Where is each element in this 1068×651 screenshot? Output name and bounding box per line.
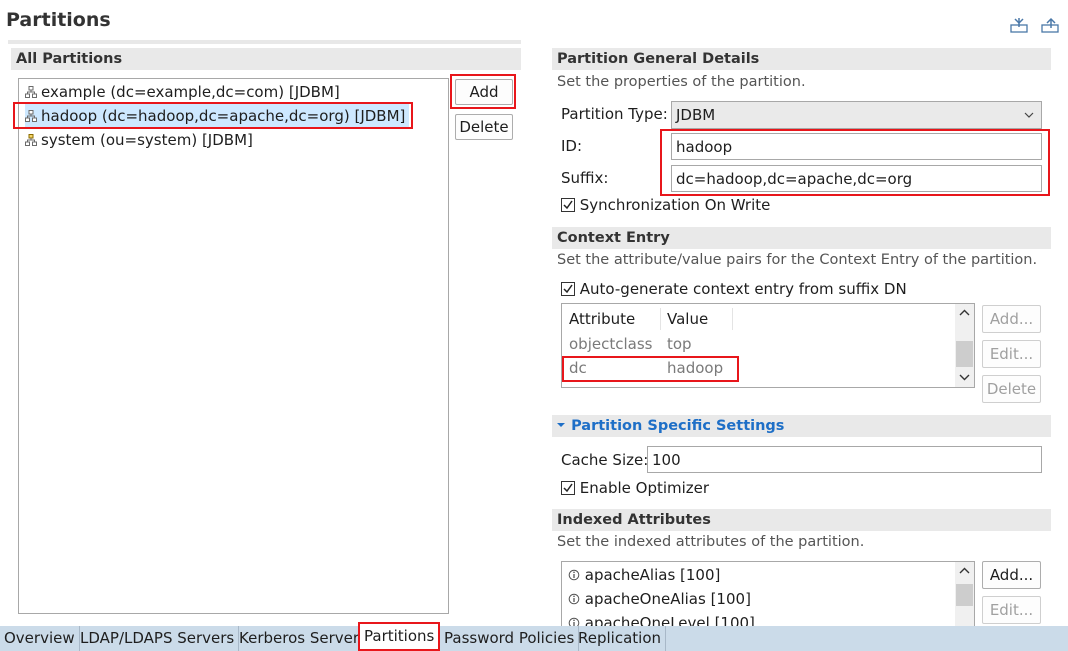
scroll-up-icon — [959, 567, 970, 574]
context-add-button[interactable]: Add... — [982, 305, 1041, 333]
tree-item-example[interactable]: example (dc=example,dc=com) [JDBM] — [25, 80, 340, 104]
context-entry-description: Set the attribute/value pairs for the Co… — [557, 252, 1038, 268]
column-header-attribute[interactable]: Attribute — [569, 307, 635, 331]
column-divider — [732, 308, 733, 330]
tab-replication[interactable]: Replication — [574, 626, 667, 651]
list-item[interactable]: apacheOneAlias [100] — [568, 587, 751, 611]
partition-specific-header[interactable]: Partition Specific Settings — [552, 415, 1051, 437]
scroll-thumb[interactable] — [956, 584, 973, 606]
column-divider — [660, 308, 661, 330]
highlight-id-suffix — [660, 129, 1050, 196]
partition-specific-label: Partition Specific Settings — [571, 418, 785, 434]
tab-password-policies[interactable]: Password Policies — [440, 626, 580, 651]
checkbox-checked-icon — [561, 198, 575, 212]
general-details-header: Partition General Details — [552, 48, 1051, 70]
indexed-edit-button[interactable]: Edit... — [982, 596, 1041, 624]
scroll-thumb[interactable] — [956, 341, 973, 367]
table-cell-value[interactable]: top — [667, 332, 692, 356]
scroll-up-icon — [959, 309, 970, 316]
partition-type-label: Partition Type: — [561, 105, 668, 123]
indexed-attributes-list[interactable]: apacheAlias [100] apacheOneAlias [100] a… — [561, 561, 975, 631]
indexed-attributes-header: Indexed Attributes — [552, 509, 1051, 531]
tab-kerberos-server[interactable]: Kerberos Server — [235, 626, 365, 651]
expand-arrow-icon — [556, 418, 566, 434]
highlight-add — [450, 74, 516, 109]
partition-icon — [25, 81, 37, 98]
autogen-context-checkbox[interactable]: Auto-generate context entry from suffix … — [561, 280, 907, 298]
checkbox-checked-icon — [561, 282, 575, 296]
export-icon[interactable] — [1010, 17, 1028, 33]
attribute-info-icon — [568, 566, 580, 584]
system-partition-icon — [25, 129, 37, 146]
partition-type-value: JDBM — [676, 106, 716, 124]
all-partitions-header: All Partitions — [11, 48, 521, 70]
checkbox-checked-icon — [561, 481, 575, 495]
highlight-dc-row — [562, 356, 739, 382]
enable-optimizer-checkbox[interactable]: Enable Optimizer — [561, 479, 709, 497]
partition-type-select[interactable]: JDBM — [671, 101, 1042, 129]
suffix-label: Suffix: — [561, 169, 609, 187]
indexed-list-scrollbar[interactable] — [955, 562, 974, 630]
import-icon[interactable] — [1041, 17, 1059, 33]
general-details-description: Set the properties of the partition. — [557, 74, 806, 90]
page-title: Partitions — [6, 9, 111, 31]
sync-on-write-label: Synchronization On Write — [579, 196, 771, 214]
sync-on-write-checkbox[interactable]: Synchronization On Write — [561, 196, 770, 214]
scroll-down-icon — [959, 374, 970, 381]
context-entry-header: Context Entry — [552, 227, 1051, 249]
tab-partitions[interactable]: Partitions — [358, 622, 440, 651]
tree-item-label: system (ou=system) [JDBM] — [41, 131, 253, 149]
tree-item-system[interactable]: system (ou=system) [JDBM] — [25, 128, 253, 152]
tab-overview[interactable]: Overview — [0, 626, 80, 651]
partitions-tree[interactable]: example (dc=example,dc=com) [JDBM] hadoo… — [18, 78, 449, 614]
cache-size-field[interactable]: 100 — [647, 446, 1042, 473]
context-delete-button[interactable]: Delete — [982, 375, 1041, 403]
context-edit-button[interactable]: Edit... — [982, 340, 1041, 368]
highlight-hadoop — [13, 102, 413, 129]
title-divider — [8, 40, 521, 44]
indexed-attributes-description: Set the indexed attributes of the partit… — [557, 534, 865, 550]
column-header-value[interactable]: Value — [667, 307, 708, 331]
enable-optimizer-label: Enable Optimizer — [579, 479, 710, 497]
cache-size-label: Cache Size: — [561, 451, 649, 469]
autogen-context-label: Auto-generate context entry from suffix … — [579, 280, 907, 298]
delete-partition-button[interactable]: Delete — [455, 114, 513, 140]
list-item-label: apacheOneAlias [100] — [584, 590, 751, 608]
list-item[interactable]: apacheAlias [100] — [568, 563, 720, 587]
context-table-scrollbar[interactable] — [955, 304, 974, 387]
tab-ldap-servers[interactable]: LDAP/LDAPS Servers — [76, 626, 240, 651]
list-item-label: apacheAlias [100] — [584, 566, 721, 584]
attribute-info-icon — [568, 590, 580, 608]
tree-item-label: example (dc=example,dc=com) [JDBM] — [41, 83, 340, 101]
table-cell-attribute[interactable]: objectclass — [569, 332, 652, 356]
id-label: ID: — [561, 137, 583, 155]
indexed-add-button[interactable]: Add... — [982, 561, 1041, 589]
